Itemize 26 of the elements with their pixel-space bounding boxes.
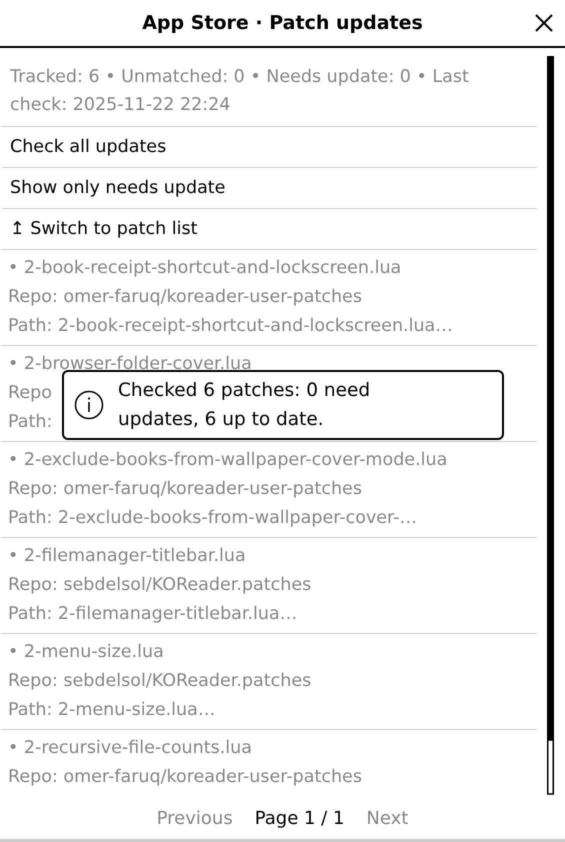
patch-repo: Repo: sebdelsol/KOReader.patches bbox=[8, 670, 312, 693]
scrollbar[interactable] bbox=[547, 56, 555, 795]
patch-path: Path: bbox=[8, 411, 52, 434]
window-title: App Store · Patch updates bbox=[142, 12, 423, 34]
info-icon bbox=[74, 390, 104, 420]
close-icon[interactable] bbox=[533, 12, 555, 34]
patch-path: Path: 2-book-receipt-shortcut-and-lockscreen.lua… bbox=[8, 315, 453, 338]
toast-message: Checked 6 patches: 0 need updates, 6 up to date. bbox=[118, 379, 372, 432]
patch-name[interactable]: • 2-exclude-books-from-wallpaper-cover-mode.lua bbox=[8, 446, 448, 475]
patch-path: Path: 2-filemanager-titlebar.lua… bbox=[8, 603, 298, 626]
patch-name[interactable]: • 2-filemanager-titlebar.lua bbox=[8, 542, 246, 571]
patch-repo: Repo bbox=[8, 382, 52, 405]
status-summary: Tracked: 6 • Unmatched: 0 • Needs update: 0 • Last check: 2025-11-22 22:24 bbox=[2, 56, 537, 127]
page-indicator: Page 1 / 1 bbox=[254, 808, 344, 828]
menu-item[interactable]: Show only needs update bbox=[2, 168, 537, 209]
menu-item[interactable]: ↥ Switch to patch list bbox=[2, 209, 537, 250]
menu-item[interactable]: Check all updates bbox=[2, 127, 537, 168]
patch-repo: Repo: sebdelsol/KOReader.patches bbox=[8, 574, 312, 597]
patch-repo: Repo: omer-faruq/koreader-user-patches bbox=[8, 478, 362, 501]
patch-name[interactable]: • 2-book-receipt-shortcut-and-lockscreen.lua bbox=[8, 254, 402, 283]
patch-path: Path: 2-menu-size.lua… bbox=[8, 699, 216, 722]
patch-name[interactable]: • 2-menu-size.lua bbox=[8, 638, 164, 667]
patch-path: Path: 2-exclude-books-from-wallpaper-cover-… bbox=[8, 507, 417, 530]
patch-repo: Repo: omer-faruq/koreader-user-patches bbox=[8, 766, 362, 789]
patch-repo: Repo: omer-faruq/koreader-user-patches bbox=[8, 286, 362, 309]
patch-name[interactable]: • 2-recursive-file-counts.lua bbox=[8, 734, 252, 763]
